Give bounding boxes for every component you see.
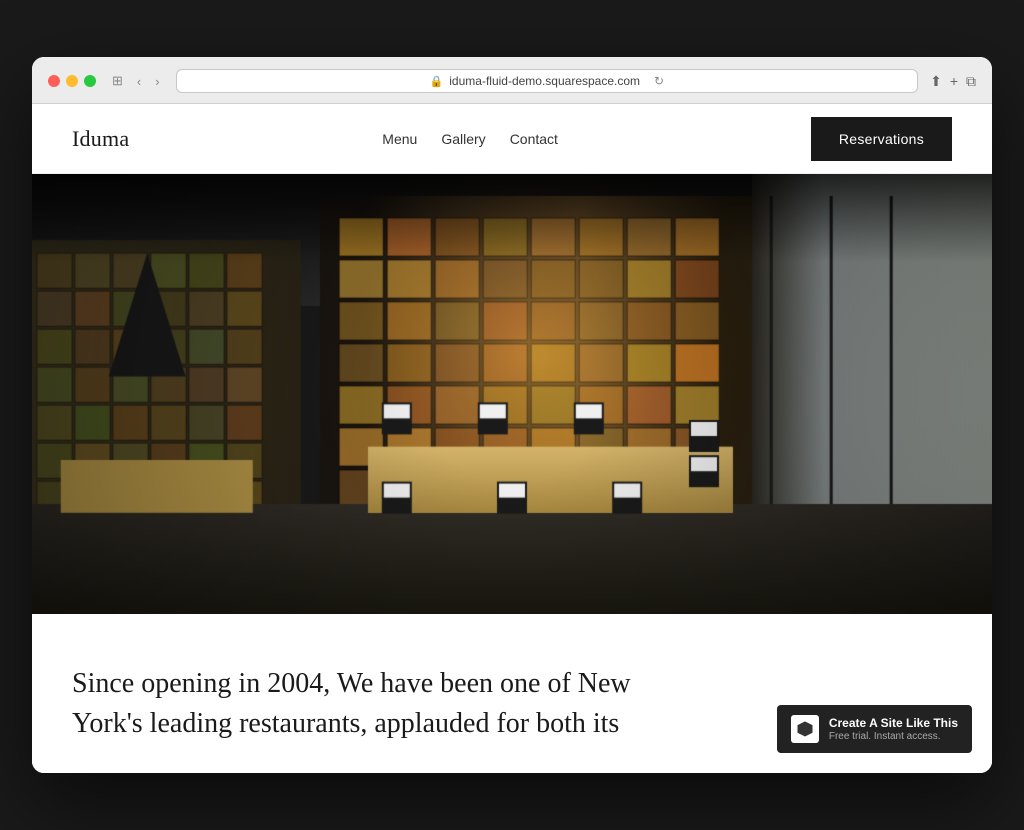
browser-navigation: ⊞ ‹ › (108, 71, 164, 91)
body-section: Since opening in 2004, We have been one … (32, 614, 992, 772)
reload-icon[interactable]: ↻ (654, 74, 664, 88)
address-bar[interactable]: 🔒 iduma-fluid-demo.squarespace.com ↻ (176, 69, 918, 93)
maximize-button[interactable] (84, 75, 96, 87)
website-content: Iduma Menu Gallery Contact Reservations … (32, 104, 992, 772)
site-logo[interactable]: Iduma (72, 126, 129, 152)
close-button[interactable] (48, 75, 60, 87)
minimize-button[interactable] (66, 75, 78, 87)
hero-canvas (32, 174, 992, 614)
nav-gallery-link[interactable]: Gallery (441, 131, 485, 147)
browser-chrome: ⊞ ‹ › 🔒 iduma-fluid-demo.squarespace.com… (32, 57, 992, 104)
nav-contact-link[interactable]: Contact (510, 131, 558, 147)
lock-icon: 🔒 (430, 75, 444, 88)
squarespace-icon (791, 715, 819, 743)
hero-image (32, 174, 992, 614)
browser-window: ⊞ ‹ › 🔒 iduma-fluid-demo.squarespace.com… (32, 57, 992, 772)
back-button[interactable]: ‹ (133, 72, 145, 91)
traffic-lights (48, 75, 96, 87)
body-text: Since opening in 2004, We have been one … (72, 664, 652, 742)
badge-sub-text: Free trial. Instant access. (829, 731, 958, 742)
forward-button[interactable]: › (151, 72, 163, 91)
browser-actions: ⬆ + ⧉ (930, 73, 976, 90)
body-text-line2: York's leading restaurants, applauded fo… (72, 708, 619, 739)
url-text: iduma-fluid-demo.squarespace.com (449, 74, 640, 88)
squarespace-badge-text: Create A Site Like This Free trial. Inst… (829, 716, 958, 742)
view-icon[interactable]: ⊞ (108, 71, 127, 91)
nav-menu-link[interactable]: Menu (382, 131, 417, 147)
site-nav: Iduma Menu Gallery Contact Reservations (32, 104, 992, 174)
body-text-line1: Since opening in 2004, We have been one … (72, 668, 631, 699)
windows-icon[interactable]: ⧉ (966, 73, 976, 90)
new-tab-icon[interactable]: + (950, 73, 958, 89)
squarespace-badge[interactable]: Create A Site Like This Free trial. Inst… (777, 705, 972, 753)
share-icon[interactable]: ⬆ (930, 73, 942, 90)
nav-links: Menu Gallery Contact (382, 131, 558, 147)
badge-main-text: Create A Site Like This (829, 716, 958, 730)
reservations-button[interactable]: Reservations (811, 117, 952, 161)
